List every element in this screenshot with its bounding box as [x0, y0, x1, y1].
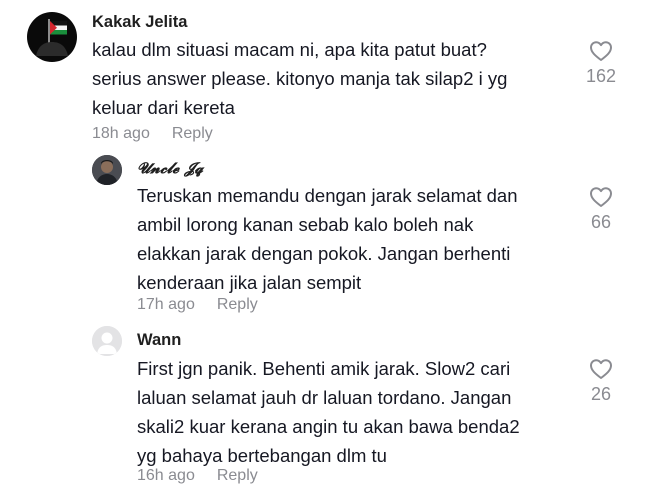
- like-count: 66: [590, 212, 612, 232]
- like-button[interactable]: 66: [581, 186, 621, 233]
- comment-meta: 18h ago Reply: [92, 125, 213, 143]
- avatar[interactable]: [92, 155, 122, 185]
- comment-author[interactable]: Kakak Jelita: [92, 13, 187, 32]
- avatar[interactable]: [92, 326, 122, 356]
- comment-text-line: ambil lorong kanan sebab kalo boleh nak: [137, 214, 474, 235]
- comment-item: Kakak Jelita kalau dlm situasi macam ni,…: [0, 0, 652, 150]
- comment-text-line: kenderaan jika jalan sempit: [137, 272, 362, 293]
- comment-timestamp: 16h ago: [137, 467, 195, 484]
- comment-timestamp: 18h ago: [92, 125, 150, 142]
- comment-item: 𝓤𝓷𝓬𝓵𝓮 𝓙𝓺 Teruskan memandu dengan jarak s…: [0, 150, 652, 320]
- like-count: 26: [590, 384, 612, 404]
- reply-button[interactable]: Reply: [217, 296, 258, 313]
- comment-timestamp: 17h ago: [137, 296, 195, 313]
- heart-outline-icon: [590, 187, 612, 207]
- like-button[interactable]: 26: [581, 358, 621, 405]
- comment-text: First jgn panik. Behenti amik jarak. Slo…: [137, 354, 520, 470]
- palestine-flag-icon: [36, 19, 68, 56]
- comment-text-line: elakkan jarak dengan pokok. Jangan berhe…: [137, 243, 511, 264]
- comment-text: kalau dlm situasi macam ni, apa kita pat…: [92, 35, 507, 122]
- comment-author[interactable]: Wann: [137, 331, 181, 350]
- avatar[interactable]: [27, 12, 77, 62]
- comment-text: Teruskan memandu dengan jarak selamat da…: [137, 181, 518, 297]
- reply-button[interactable]: Reply: [217, 467, 258, 484]
- like-count: 162: [585, 66, 617, 86]
- comment-text-line: kalau dlm situasi macam ni, apa kita pat…: [92, 39, 487, 60]
- person-photo-icon: [92, 155, 122, 185]
- reply-button[interactable]: Reply: [172, 125, 213, 142]
- comment-text-line: skali2 kuar kerana angin tu akan bawa be…: [137, 416, 520, 437]
- comment-text-line: Teruskan memandu dengan jarak selamat da…: [137, 185, 518, 206]
- comment-item: Wann First jgn panik. Behenti amik jarak…: [0, 320, 652, 492]
- comment-text-line: yg bahaya bertebangan dlm tu: [137, 445, 387, 466]
- like-button[interactable]: 162: [581, 40, 621, 87]
- comment-text-line: serius answer please. kitonyo manja tak …: [92, 68, 508, 89]
- comment-author[interactable]: 𝓤𝓷𝓬𝓵𝓮 𝓙𝓺: [137, 159, 203, 177]
- default-user-icon: [92, 326, 122, 356]
- comment-meta: 17h ago Reply: [137, 296, 258, 314]
- comment-text-line: keluar dari kereta: [92, 97, 235, 118]
- comment-text-line: First jgn panik. Behenti amik jarak. Slo…: [137, 358, 511, 379]
- comment-meta: 16h ago Reply: [137, 467, 258, 485]
- comment-text-line: laluan selamat jauh dr laluan tordano. J…: [137, 387, 512, 408]
- heart-outline-icon: [590, 359, 612, 379]
- heart-outline-icon: [590, 41, 612, 61]
